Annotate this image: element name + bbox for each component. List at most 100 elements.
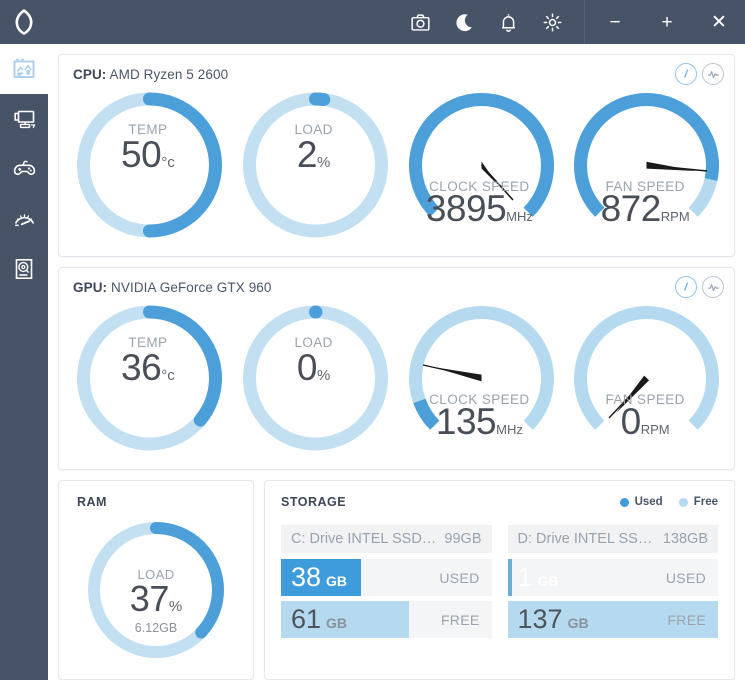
drive-name-row: D: Drive INTEL SS… 138GB [507, 525, 718, 553]
bottom-row: RAM LOAD 37% 6.12GB STORAGE Used Free C:… [58, 470, 735, 680]
cpu-temp-gauge: TEMP 50°c [65, 84, 231, 246]
drive-item[interactable]: D: Drive INTEL SS… 138GB 1 GB USED 137 G… [507, 525, 718, 643]
gpu-clock-number: 135 [435, 401, 497, 442]
gpu-fan-number: 0 [620, 401, 642, 442]
main-content: CPU: AMD Ryzen 5 2600 TEMP 50°c LOAD 2% … [48, 44, 745, 680]
close-button[interactable]: ✕ [693, 0, 745, 44]
gamepad-icon [13, 160, 35, 175]
storage-card: STORAGE Used Free C: Drive INTEL SSD… 99… [264, 480, 735, 680]
legend-dot-free-icon [678, 497, 688, 507]
dashboard-report-icon [13, 58, 35, 78]
drive-used-number: 1 [517, 562, 533, 592]
gpu-clock-unit: MHz [496, 422, 523, 437]
gauge-view-icon[interactable] [675, 63, 697, 85]
drive-used-unit: GB [537, 573, 559, 589]
drive-free-bar: 137 GB FREE [507, 601, 718, 638]
cpu-load-number: 2 [296, 134, 318, 175]
title-bar: − + ✕ [0, 0, 745, 44]
cpu-fan-number: 872 [600, 188, 662, 229]
drive-free-reading: 137 GB [508, 606, 589, 633]
sidebar-item-desktop[interactable] [0, 94, 48, 144]
drive-used-bar: 1 GB USED [507, 559, 718, 596]
drive-used-reading: 38 GB [281, 564, 347, 591]
drive-name: C: Drive INTEL SSD… [291, 531, 437, 547]
cpu-fan-value: 872RPM [562, 188, 728, 230]
cpu-fan-unit: RPM [660, 209, 690, 224]
ram-card: RAM LOAD 37% 6.12GB [58, 480, 254, 680]
graph-view-icon[interactable] [702, 63, 724, 85]
drive-used-tag: USED [439, 569, 480, 586]
cpu-load-value: 2% [231, 134, 397, 176]
gpu-temp-number: 36 [121, 347, 162, 388]
drive-name: D: Drive INTEL SS… [517, 531, 653, 547]
sidebar-item-benchmark[interactable] [0, 194, 48, 244]
cpu-fan-gauge: FAN SPEED 872RPM [562, 84, 728, 246]
drive-free-unit: GB [326, 615, 348, 631]
waveform-icon [707, 70, 719, 78]
cpu-clock-number: 3895 [425, 188, 507, 229]
dark-mode-button[interactable] [442, 0, 486, 44]
cpu-load-gauge: LOAD 2% [231, 84, 397, 246]
drive-total: 138GB [662, 531, 708, 547]
legend-label-used: Used [634, 496, 663, 508]
graph-view-icon[interactable] [702, 276, 724, 298]
drive-item[interactable]: C: Drive INTEL SSD… 99GB 38 GB USED 61 G… [281, 525, 492, 643]
screenshot-button[interactable] [398, 0, 442, 44]
ram-load-gauge: LOAD 37% 6.12GB [76, 513, 236, 668]
gpu-view-toggle [675, 276, 724, 298]
gpu-load-number: 0 [296, 347, 318, 388]
gpu-fan-unit: RPM [640, 422, 670, 437]
drive-free-unit: GB [567, 615, 589, 631]
gpu-temp-value: 36°c [65, 347, 231, 389]
cpu-card-header: CPU: AMD Ryzen 5 2600 [59, 55, 734, 85]
sidebar-item-games[interactable] [0, 144, 48, 194]
camera-icon [410, 13, 430, 31]
drive-used-reading: 1 GB [508, 564, 559, 591]
cpu-title-name: AMD Ryzen 5 2600 [109, 67, 229, 82]
drive-free-tag: FREE [667, 611, 706, 628]
cpu-clock-unit: MHz [506, 209, 533, 224]
minimize-button[interactable]: − [589, 0, 641, 44]
cpu-gauges: TEMP 50°c LOAD 2% CLOCK SPEED 3895MHz FA… [59, 82, 734, 256]
gpu-temp-unit: °c [161, 367, 175, 384]
gpu-clock-gauge: CLOCK SPEED 135MHz [397, 297, 563, 459]
hard-disk-icon [15, 258, 33, 279]
gauge-view-icon[interactable] [675, 276, 697, 298]
legend-item-used: Used [619, 496, 663, 508]
waveform-icon [707, 283, 719, 291]
legend-label-free: Free [693, 496, 718, 508]
sidebar [0, 44, 48, 680]
cpu-load-unit: % [316, 154, 331, 171]
maximize-button[interactable]: + [641, 0, 693, 44]
alerts-button[interactable] [486, 0, 530, 44]
bell-icon [501, 13, 515, 32]
ram-used-bytes: 6.12GB [134, 621, 178, 635]
titlebar-divider [584, 0, 585, 44]
ram-title: RAM [77, 495, 107, 509]
gpu-title-prefix: GPU: [73, 280, 108, 295]
gpu-fan-gauge: FAN SPEED 0RPM [562, 297, 728, 459]
cpu-card: CPU: AMD Ryzen 5 2600 TEMP 50°c LOAD 2% … [58, 54, 735, 257]
sidebar-item-dashboard[interactable] [0, 44, 48, 94]
app-logo [0, 0, 48, 44]
drive-total: 99GB [444, 531, 482, 547]
cpu-title-prefix: CPU: [73, 67, 107, 82]
drive-used-bar: 38 GB USED [281, 559, 492, 596]
cpu-title: CPU: AMD Ryzen 5 2600 [73, 67, 228, 82]
gpu-load-unit: % [316, 367, 331, 384]
drive-name-row: C: Drive INTEL SSD… 99GB [281, 525, 492, 553]
gpu-fan-value: 0RPM [562, 401, 728, 443]
ram-load-unit: % [168, 598, 183, 615]
gpu-card: GPU: NVIDIA GeForce GTX 960 TEMP 36°c LO… [58, 267, 735, 470]
cpu-clock-value: 3895MHz [397, 188, 563, 230]
storage-legend: Used Free [619, 496, 718, 508]
drive-free-number: 61 [291, 604, 322, 634]
drive-free-bar: 61 GB FREE [281, 601, 492, 638]
cpu-temp-unit: °c [161, 154, 175, 171]
settings-button[interactable] [530, 0, 574, 44]
app-logo-icon [15, 9, 33, 35]
storage-title: STORAGE [281, 495, 347, 509]
legend-item-free: Free [678, 496, 718, 508]
sidebar-item-storage[interactable] [0, 244, 48, 294]
cpu-view-toggle [675, 63, 724, 85]
